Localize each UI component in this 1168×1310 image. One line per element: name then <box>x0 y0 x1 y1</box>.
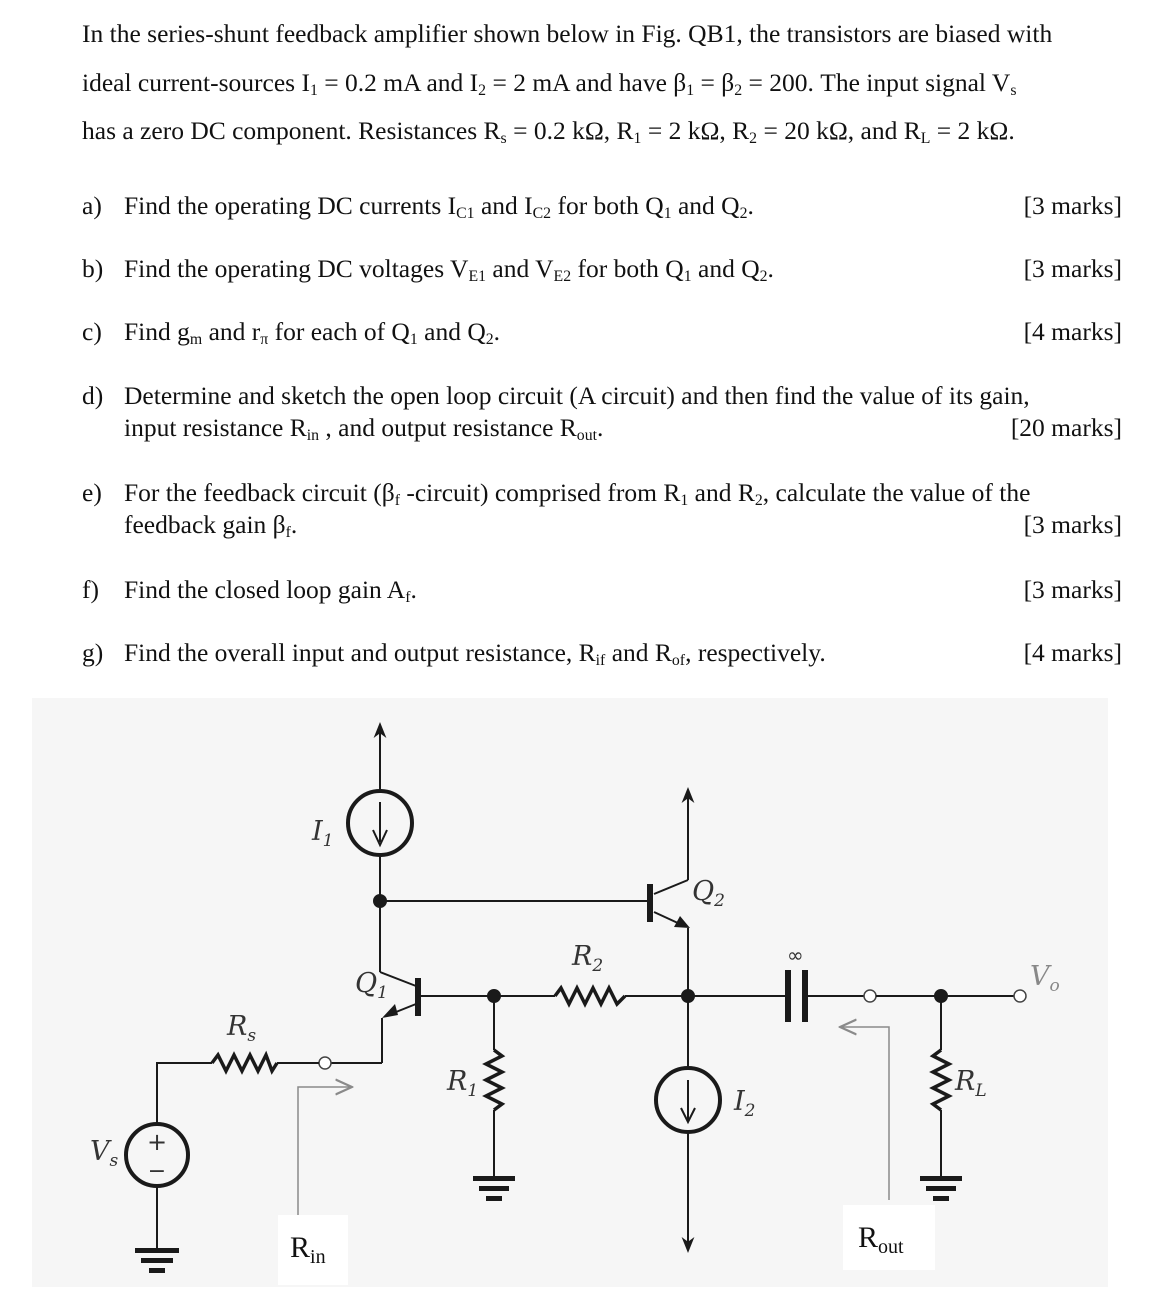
input-terminal <box>318 1056 332 1070</box>
ground-icon <box>920 1176 962 1201</box>
current-source-i1 <box>346 722 414 972</box>
wire <box>156 1062 212 1123</box>
circuit-diagram: I1 Q2 R2 Q1 Rs R1 I2 RL Vo Vs ∞ + − Rin … <box>90 722 1060 1285</box>
resistor-r1 <box>482 996 506 1177</box>
label-vo: Vo <box>1030 961 1060 996</box>
emitter-arrow-icon <box>382 1004 398 1018</box>
resistor-rl <box>929 996 953 1177</box>
minus-sign: − <box>148 1159 166 1184</box>
transistor-q2 <box>647 787 695 1068</box>
plus-sign: + <box>147 1128 167 1156</box>
resistor-rs <box>210 1050 279 1075</box>
capacitor-infinity-label: ∞ <box>787 943 804 967</box>
label-q2: Q2 <box>692 876 725 911</box>
label-i1: I1 <box>311 816 334 851</box>
label-vs: Vs <box>90 1136 119 1171</box>
label-i2: I2 <box>733 1086 756 1121</box>
ground-icon <box>473 1176 515 1201</box>
output-terminal <box>863 989 877 1003</box>
resistor-r2 <box>553 984 627 1008</box>
current-source-i2 <box>654 1066 722 1253</box>
ground-icon <box>135 1248 179 1273</box>
label-r1: R1 <box>446 1066 478 1101</box>
label-rs: Rs <box>226 1011 256 1046</box>
capacitor <box>688 970 864 1022</box>
vo-terminal <box>1013 989 1027 1003</box>
label-rl: RL <box>954 1066 987 1101</box>
rout-indicator <box>840 1027 935 1270</box>
label-r2: R2 <box>571 941 603 976</box>
